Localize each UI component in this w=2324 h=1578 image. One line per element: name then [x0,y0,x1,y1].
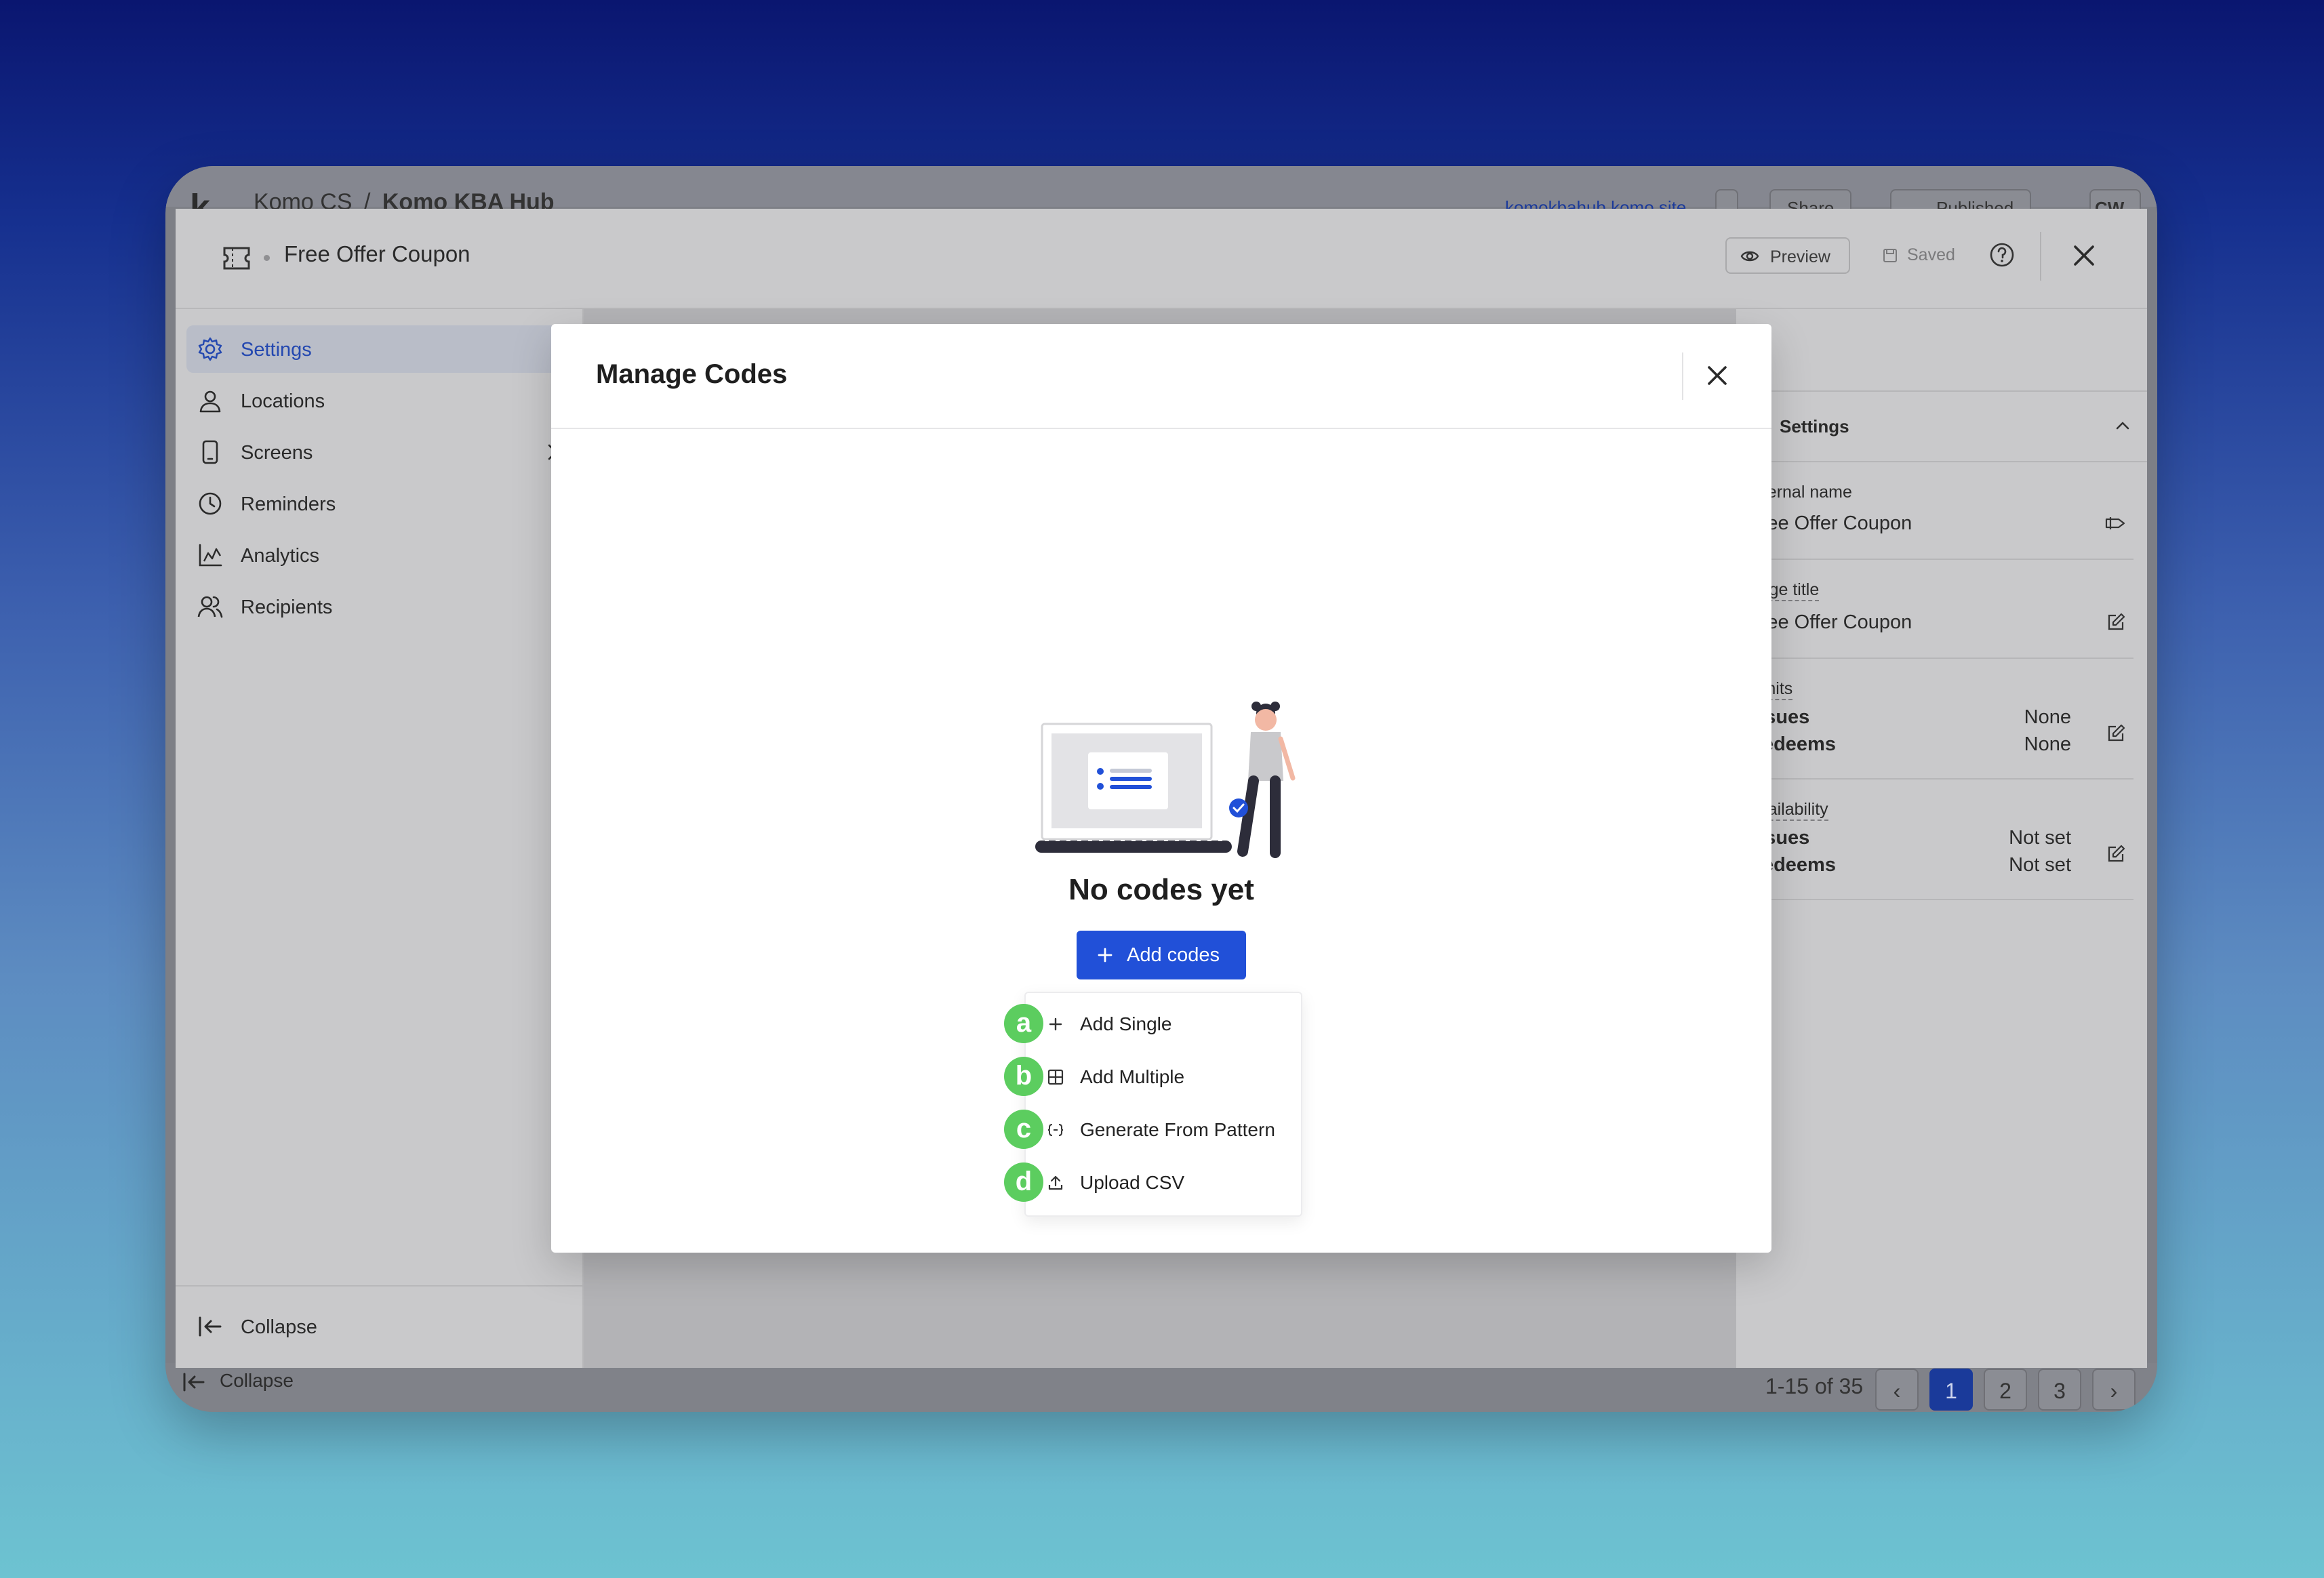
eye-icon [1740,248,1759,264]
sidebar-item-reminders[interactable]: Reminders [186,480,578,527]
internal-name-value: Free Offer Coupon [1748,512,1912,534]
menu-item-add-multiple[interactable]: b Add Multiple [1004,1050,1300,1103]
phone-icon [197,439,223,465]
callout-badge-d: d [1004,1162,1043,1202]
sidebar-item-analytics[interactable]: Analytics [186,531,578,579]
callout-badge-c: c [1004,1110,1043,1149]
save-icon [1883,248,1898,263]
tag-icon[interactable] [2105,515,2127,531]
collapse-label: Collapse [241,1316,317,1338]
empty-state-title: No codes yet [1068,873,1254,906]
modal-divider [551,428,1771,429]
add-codes-button[interactable]: Add codes [1077,931,1246,979]
top-bar: k Komo CS / Komo KBA Hub komokbahub.komo… [165,166,2157,228]
menu-item-label: Upload CSV [1080,1172,1185,1193]
menu-item-label: Generate From Pattern [1080,1119,1275,1140]
sidebar-item-label: Reminders [241,493,336,515]
title-dot [264,255,270,261]
menu-item-add-single[interactable]: a Add Single [1004,997,1300,1050]
sidebar-item-label: Analytics [241,545,320,567]
pagination-prev[interactable]: ‹ [1875,1369,1919,1411]
editor-sidebar: Settings Locations Screens Reminders Ana… [176,309,584,1368]
sidebar-item-recipients[interactable]: Recipients [186,583,578,630]
bottom-collapse-button[interactable]: Collapse [183,1370,294,1392]
editor-title: Free Offer Coupon [284,241,470,266]
chevron-up-icon [2115,419,2131,432]
page-button[interactable]: 2 [1984,1369,2027,1411]
gear-icon [197,336,223,362]
callout-badge-a: a [1004,1004,1043,1043]
saved-label: Saved [1907,245,1955,264]
bottom-bar: Collapse 1-15 of 35 ‹ 1 2 3 › [165,1363,2157,1412]
header-divider [2040,232,2041,281]
clock-icon [197,491,223,517]
settings-panel-header[interactable]: Settings [1748,390,2147,462]
divider [1748,778,2133,780]
users-icon [197,594,223,620]
chart-icon [197,542,223,568]
sidebar-item-label: Locations [241,390,325,412]
editor-header: Free Offer Coupon Preview Saved [176,209,2147,309]
sidebar-item-locations[interactable]: Locations [186,377,578,424]
menu-item-label: Add Single [1080,1013,1172,1034]
sidebar-item-label: Settings [241,339,312,361]
close-editor-icon[interactable] [2072,244,2096,267]
sidebar-item-screens[interactable]: Screens [186,428,578,476]
divider [1748,899,2133,900]
add-codes-menu: a Add Single b Add Multiple c Generate F… [1004,992,1302,1217]
grid-add-icon [1047,1069,1064,1085]
preview-button[interactable]: Preview [1725,237,1850,274]
edit-icon[interactable] [2106,845,2125,864]
limits-redeems-value: None [2024,733,2071,755]
plus-icon [1097,947,1113,963]
edit-icon[interactable] [2106,724,2125,743]
plus-icon [1047,1016,1064,1032]
manage-codes-modal: Manage Codes No codes yet Add codes a Ad… [551,324,1771,1253]
preview-label: Preview [1770,247,1830,266]
sidebar-item-label: Recipients [241,596,333,618]
availability-redeems-value: Not set [2009,854,2071,876]
collapse-icon [183,1373,206,1392]
collapse-icon [199,1316,223,1337]
modal-title: Manage Codes [596,359,788,389]
settings-panel-title: Settings [1780,416,1849,437]
availability-issues-value: Not set [2009,827,2071,849]
menu-item-generate-from-pattern[interactable]: c Generate From Pattern [1004,1103,1300,1156]
menu-item-label: Add Multiple [1080,1066,1185,1087]
help-icon[interactable] [1988,241,2016,268]
empty-state-illustration [1024,698,1309,861]
ticket-icon [222,245,252,271]
page-button[interactable]: 1 [1929,1369,1973,1411]
page-button[interactable]: 3 [2038,1369,2081,1411]
saved-status: Saved [1883,245,1955,265]
pagination-info: 1-15 of 35 [1765,1374,1864,1398]
divider [1748,658,2133,659]
menu-item-upload-csv[interactable]: d Upload CSV [1004,1156,1300,1209]
sidebar-item-settings[interactable]: Settings [186,325,578,373]
pagination-next[interactable]: › [2092,1369,2136,1411]
bottom-collapse-label: Collapse [220,1370,294,1391]
sidebar-collapse-button[interactable]: Collapse [176,1285,582,1368]
limits-issues-value: None [2024,706,2071,728]
settings-panel: Settings Internal name Free Offer Coupon… [1748,309,2147,1368]
brackets-icon [1047,1122,1064,1138]
divider [1748,559,2133,560]
upload-icon [1047,1175,1064,1191]
modal-header-divider [1682,352,1683,400]
sidebar-item-label: Screens [241,442,313,464]
close-icon[interactable] [1700,358,1735,393]
callout-badge-b: b [1004,1057,1043,1096]
location-pin-icon [197,388,223,413]
edit-icon[interactable] [2106,613,2125,632]
page-title-value: Free Offer Coupon [1748,611,1912,633]
add-codes-label: Add codes [1127,944,1220,966]
